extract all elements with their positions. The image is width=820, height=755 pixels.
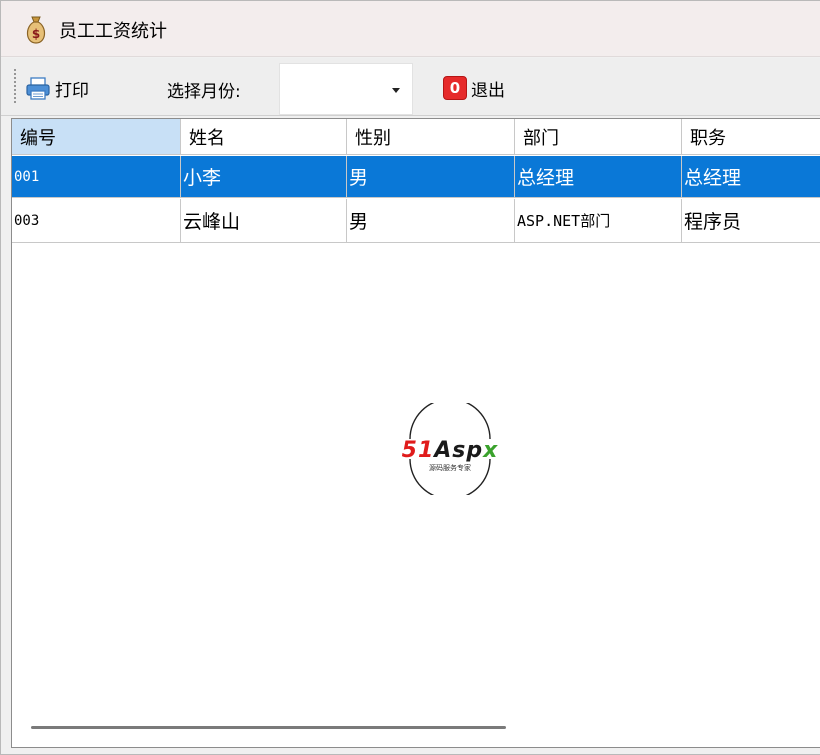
table-cell[interactable]: 程序员 <box>682 199 820 243</box>
table-cell[interactable]: 云峰山 <box>181 199 347 243</box>
51aspx-watermark-logo: 51Aspx 源码服务专家 <box>402 403 499 495</box>
table-row[interactable]: 001 小李 男 总经理 总经理 <box>12 156 820 198</box>
logo-tagline: 源码服务专家 <box>429 463 471 472</box>
column-header-department[interactable]: 部门 <box>515 119 682 155</box>
horizontal-scrollbar[interactable] <box>31 726 506 729</box>
month-label: 选择月份: <box>167 82 241 102</box>
column-header-id[interactable]: 编号 <box>12 119 181 155</box>
title-bar: $ 员工工资统计 <box>1 1 820 57</box>
column-header-gender[interactable]: 性别 <box>347 119 515 155</box>
print-label: 打印 <box>55 80 89 101</box>
svg-text:51Aspx: 51Aspx <box>402 438 499 463</box>
grid-header-row: 编号 姓名 性别 部门 职务 <box>12 119 820 155</box>
print-button[interactable]: 打印 <box>25 72 89 104</box>
table-cell[interactable]: 男 <box>347 199 515 243</box>
table-cell[interactable]: ASP.NET部门 <box>515 199 682 243</box>
window-title: 员工工资统计 <box>59 21 167 42</box>
chevron-down-icon[interactable] <box>392 88 400 93</box>
logo-brand-51: 51 <box>402 438 435 463</box>
money-bag-icon: $ <box>26 16 46 44</box>
exit-icon: 0 <box>443 76 467 100</box>
printer-icon <box>26 77 50 100</box>
toolbar-grip-handle[interactable] <box>13 68 17 104</box>
table-cell[interactable]: 总经理 <box>515 156 682 198</box>
table-row[interactable]: 003 云峰山 男 ASP.NET部门 程序员 <box>12 199 820 243</box>
salary-window: $ 员工工资统计 打印 选择月份: 0 退出 编号 姓名 性别 部门 职务 00… <box>0 0 820 755</box>
table-cell[interactable]: 男 <box>347 156 515 198</box>
month-select[interactable] <box>279 63 413 115</box>
column-header-name[interactable]: 姓名 <box>181 119 347 155</box>
exit-label: 退出 <box>471 80 505 101</box>
table-cell[interactable]: 小李 <box>181 156 347 198</box>
table-cell[interactable]: 总经理 <box>682 156 820 198</box>
column-header-position[interactable]: 职务 <box>682 119 820 155</box>
exit-button[interactable]: 0 退出 <box>443 72 505 104</box>
table-cell[interactable]: 001 <box>12 156 181 198</box>
table-cell[interactable]: 003 <box>12 199 181 243</box>
svg-text:$: $ <box>32 27 40 41</box>
